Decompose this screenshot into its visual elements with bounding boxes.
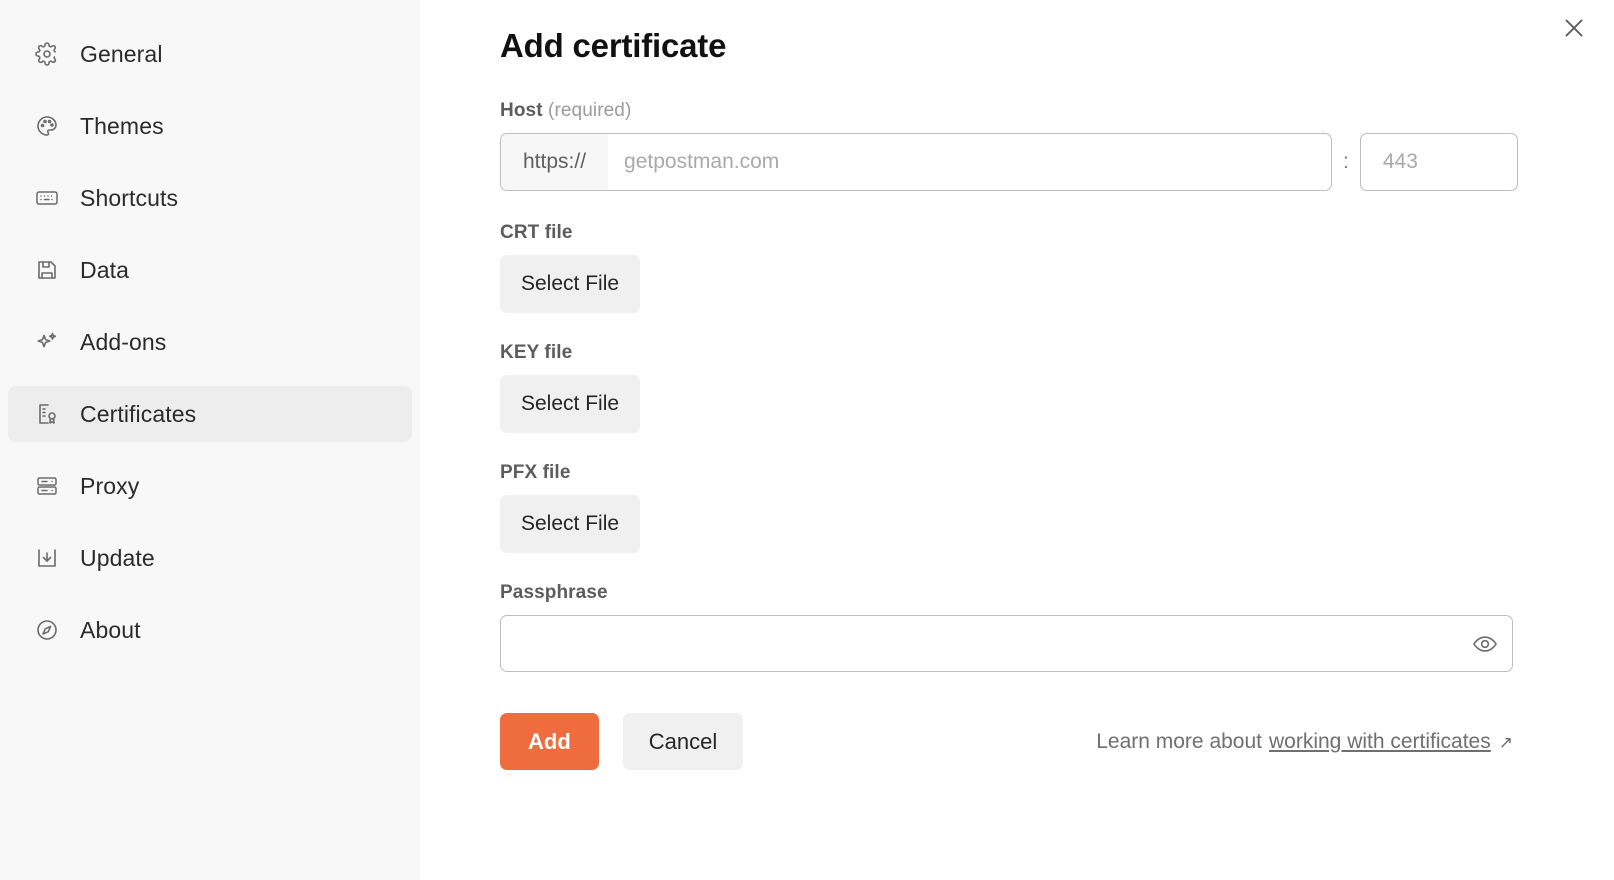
sidebar-item-general[interactable]: General [8,26,412,82]
sidebar-item-proxy[interactable]: Proxy [8,458,412,514]
working-with-certificates-link[interactable]: working with certificates [1269,730,1491,754]
floppy-disk-icon [34,257,60,283]
sidebar-item-label: About [80,616,141,643]
passphrase-input-wrapper [500,615,1513,673]
sidebar-item-label: Certificates [80,400,197,427]
cancel-button[interactable]: Cancel [622,713,744,771]
crt-file-group: CRT file Select File [500,222,1544,314]
host-field-group: Host (required) https:// : [500,100,1544,192]
host-label: Host (required) [500,100,1544,122]
pfx-file-group: PFX file Select File [500,462,1544,554]
host-required-note: (required) [548,100,632,122]
key-select-file-button[interactable]: Select File [500,375,641,434]
key-file-group: KEY file Select File [500,342,1544,434]
download-box-icon [34,545,60,571]
sidebar-item-label: Themes [80,112,164,139]
key-file-label: KEY file [500,342,573,364]
info-circle-icon [34,617,60,643]
server-icon [34,473,60,499]
sidebar-item-shortcuts[interactable]: Shortcuts [8,170,412,226]
passphrase-label: Passphrase [500,582,608,604]
add-button[interactable]: Add [500,713,599,771]
host-input-row: https:// : [500,133,1544,192]
certificate-icon [34,401,60,427]
action-row: Add Cancel Learn more about working with… [500,713,1513,771]
sidebar-item-label: General [80,40,163,67]
page-title: Add certificate [500,27,727,64]
sidebar-item-label: Data [80,256,129,283]
sidebar-item-themes[interactable]: Themes [8,98,412,154]
host-label-text: Host [500,100,543,122]
keyboard-icon [34,185,60,211]
close-icon[interactable] [1554,8,1594,48]
settings-window: General Themes Shortcuts Data Add-ons Ce… [0,0,1614,880]
learn-more-prefix: Learn more about [1096,729,1262,753]
host-protocol-prefix: https:// [501,134,609,191]
host-port-separator: : [1343,150,1349,174]
passphrase-group: Passphrase [500,582,1544,673]
learn-more-text: Learn more about working with certificat… [1096,730,1513,754]
sidebar-item-data[interactable]: Data [8,242,412,298]
host-input-wrapper: https:// [500,133,1332,192]
port-input[interactable] [1359,133,1518,192]
crt-select-file-button[interactable]: Select File [500,255,641,314]
add-certificate-panel: Add certificate Host (required) https://… [420,0,1614,880]
crt-file-label: CRT file [500,222,573,244]
sidebar-item-label: Proxy [80,472,140,499]
sidebar-item-label: Add-ons [80,328,167,355]
external-link-icon: ↗ [1498,732,1513,752]
eye-icon[interactable] [1470,629,1500,659]
sidebar-item-label: Update [80,544,155,571]
settings-sidebar: General Themes Shortcuts Data Add-ons Ce… [0,0,420,880]
sidebar-item-add-ons[interactable]: Add-ons [8,314,412,370]
sidebar-item-label: Shortcuts [80,184,179,211]
sidebar-item-update[interactable]: Update [8,530,412,586]
sidebar-item-certificates[interactable]: Certificates [8,386,412,442]
gear-icon [34,41,60,67]
host-input[interactable] [608,134,1331,191]
sparkles-icon [34,329,60,355]
passphrase-input[interactable] [500,615,1513,673]
pfx-file-label: PFX file [500,462,571,484]
palette-icon [34,113,60,139]
sidebar-item-about[interactable]: About [8,602,412,658]
pfx-select-file-button[interactable]: Select File [500,495,641,554]
